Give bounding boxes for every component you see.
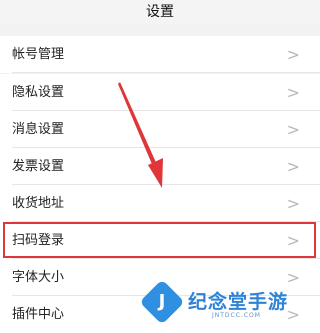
page-title: 设置: [146, 4, 174, 20]
settings-item-label: 发票设置: [12, 159, 65, 174]
settings-item-label: 插件中心: [12, 307, 65, 322]
watermark-title: 纪念堂手游: [188, 291, 289, 313]
settings-item-account[interactable]: 帐号管理 >: [0, 36, 320, 73]
settings-item-label: 收货地址: [12, 196, 65, 211]
settings-item-label: 扫码登录: [12, 233, 65, 248]
settings-item-label: 帐号管理: [12, 47, 65, 62]
chevron-right-icon: >: [286, 231, 300, 250]
page-header: 设置: [0, 0, 320, 24]
settings-item-label: 字体大小: [12, 270, 65, 285]
settings-item-address[interactable]: 收货地址 >: [0, 185, 320, 222]
chevron-right-icon: >: [286, 120, 300, 139]
watermark-domain: JNTDCC.COM: [212, 312, 261, 319]
chevron-right-icon: >: [286, 157, 300, 176]
divider: [12, 72, 320, 73]
chevron-right-icon: >: [286, 194, 300, 213]
chevron-right-icon: >: [286, 45, 300, 64]
settings-item-label: 消息设置: [12, 122, 65, 137]
watermark: J 纪念堂手游 JNTDCC.COM: [139, 279, 320, 325]
settings-item-invoice[interactable]: 发票设置 >: [0, 148, 320, 185]
watermark-logo-letter: J: [158, 291, 166, 312]
settings-item-messages[interactable]: 消息设置 >: [0, 111, 320, 148]
chevron-right-icon: >: [286, 83, 300, 102]
settings-item-label: 隐私设置: [12, 85, 65, 100]
settings-item-privacy[interactable]: 隐私设置 >: [0, 74, 320, 111]
settings-item-scan-login[interactable]: 扫码登录 >: [0, 222, 320, 259]
